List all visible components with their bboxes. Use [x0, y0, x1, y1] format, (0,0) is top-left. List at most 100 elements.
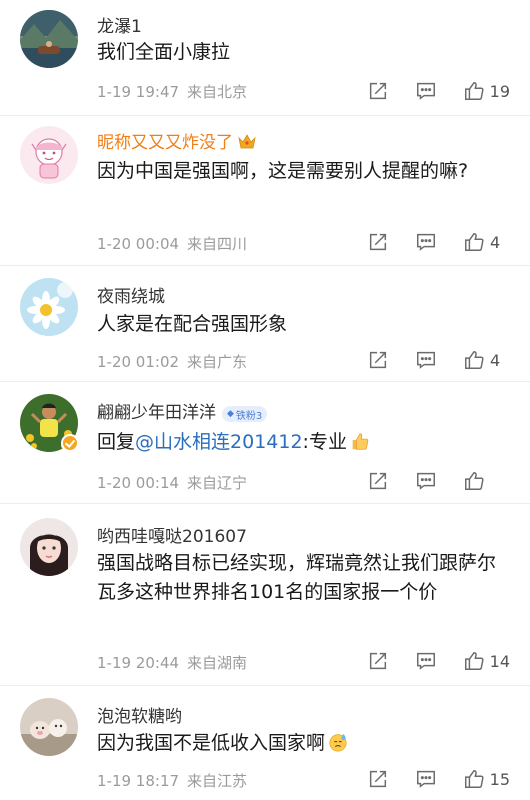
- avatar[interactable]: [20, 126, 78, 184]
- comment-item: 昵称又又又炸没了 因为中国是强国啊，这是需要别人提醒的嘛? 1-20 00:04…: [0, 116, 530, 266]
- like-count: 14: [489, 651, 510, 671]
- like-button[interactable]: 14: [463, 650, 510, 672]
- comment-actions: 4: [341, 347, 510, 373]
- avatar[interactable]: [20, 278, 78, 336]
- comment-meta: 1-19 18:17 来自江苏: [97, 770, 247, 791]
- avatar[interactable]: [20, 698, 78, 756]
- reply-prefix: 回复: [97, 431, 136, 453]
- like-icon: [464, 770, 484, 788]
- share-button[interactable]: [367, 231, 389, 253]
- comment-location: 来自湖南: [187, 654, 248, 672]
- comment-meta: 1-20 00:14 来自辽宁: [97, 472, 247, 493]
- share-icon: [369, 233, 387, 251]
- like-button[interactable]: [463, 470, 510, 492]
- like-button[interactable]: 4: [463, 349, 510, 371]
- like-icon: [465, 472, 484, 490]
- username-text: 翩翩少年田洋洋: [97, 403, 216, 423]
- username[interactable]: 龙瀑1: [97, 12, 142, 37]
- comment-date: 1-20 01:02: [97, 353, 180, 371]
- reply-text: :专业: [302, 431, 347, 453]
- reply-button[interactable]: [415, 470, 437, 492]
- comment-icon: [417, 351, 435, 369]
- comment-item: 夜雨绕城 人家是在配合强国形象 1-20 01:02 来自广东 4: [0, 266, 530, 382]
- fan-badge-label: 铁粉3: [235, 410, 263, 422]
- username[interactable]: 夜雨绕城: [97, 282, 165, 307]
- comment-text: 因为我国不是低收入国家啊: [97, 729, 507, 758]
- comment-location: 来自江苏: [187, 772, 248, 790]
- share-icon: [369, 770, 386, 788]
- comment-meta: 1-20 00:04 来自四川: [97, 233, 247, 254]
- share-icon: [369, 472, 387, 490]
- like-icon: [465, 351, 484, 369]
- comment-actions: 19: [341, 78, 510, 104]
- share-button[interactable]: [367, 349, 389, 371]
- comment-date: 1-19 18:17: [97, 772, 180, 790]
- like-count: 15: [489, 769, 510, 789]
- verified-badge-icon: [61, 434, 79, 452]
- comment-location: 来自广东: [187, 353, 248, 371]
- comment-location: 来自四川: [187, 235, 248, 253]
- comment-date: 1-19 20:44: [97, 654, 180, 672]
- like-button[interactable]: 4: [463, 231, 510, 253]
- avatar[interactable]: [20, 10, 78, 68]
- comment-text: 人家是在配合强国形象: [97, 313, 288, 335]
- avatar[interactable]: [20, 518, 78, 576]
- username[interactable]: 泡泡软糖哟: [97, 702, 182, 727]
- comment-text-body: 因为我国不是低收入国家啊: [97, 732, 326, 754]
- comment-text: 回复@山水相连201412:专业: [97, 428, 507, 457]
- comment-date: 1-20 00:04: [97, 235, 180, 253]
- like-count: 4: [490, 232, 501, 252]
- reply-button[interactable]: [415, 80, 437, 102]
- comment-actions: [341, 468, 510, 494]
- reply-button[interactable]: [415, 231, 437, 253]
- comment-meta: 1-20 01:02 来自广东: [97, 351, 247, 372]
- comment-text: 强国战略目标已经实现，辉瑞竟然让我们跟萨尔瓦多这种世界排名101名的国家报一个价: [97, 552, 497, 603]
- comment-actions: 4: [341, 229, 510, 255]
- comment-item: 翩翩少年田洋洋 ◆ 铁粉3 回复@山水相连201412:专业 1-20 00:14 来…: [0, 382, 530, 504]
- comment-icon: [416, 652, 435, 670]
- comment-location: 来自辽宁: [187, 474, 248, 492]
- share-icon: [369, 82, 386, 100]
- share-icon: [369, 351, 387, 369]
- sweat-emoji: [327, 731, 349, 753]
- comment-actions: 15: [341, 766, 510, 792]
- share-button[interactable]: [367, 80, 389, 102]
- comment-meta: 1-19 19:47 来自北京: [97, 81, 247, 102]
- comment-item: 龙瀑1 我们全面小康拉 1-19 19:47 来自北京 19: [0, 0, 530, 116]
- username[interactable]: 翩翩少年田洋洋 ◆ 铁粉3: [97, 398, 268, 423]
- comment-date: 1-19 19:47: [97, 83, 180, 101]
- like-icon: [464, 652, 484, 670]
- thumbs-up-emoji: [349, 430, 371, 452]
- crown-icon: [237, 132, 257, 150]
- reply-button[interactable]: [415, 650, 437, 672]
- share-button[interactable]: [367, 470, 389, 492]
- like-icon: [464, 82, 484, 100]
- comment-icon: [417, 472, 435, 490]
- like-button[interactable]: 15: [463, 768, 510, 790]
- reply-button[interactable]: [415, 768, 437, 790]
- like-count: 19: [489, 81, 510, 101]
- share-icon: [369, 652, 386, 670]
- share-button[interactable]: [367, 650, 389, 672]
- fan-badge: ◆ 铁粉3: [222, 406, 268, 422]
- comment-text: 因为中国是强国啊，这是需要别人提醒的嘛?: [97, 160, 469, 182]
- username[interactable]: 昵称又又又炸没了: [97, 128, 257, 153]
- comment-item: 泡泡软糖哟 因为我国不是低收入国家啊 1-19 18:17 来自江苏 15: [0, 686, 530, 800]
- comment-text: 我们全面小康拉: [97, 41, 231, 63]
- like-icon: [465, 233, 484, 251]
- diamond-icon: ◆: [227, 409, 234, 419]
- comment-item: 哟西哇嘎哒201607 强国战略目标已经实现，辉瑞竟然让我们跟萨尔瓦多这种世界排…: [0, 504, 530, 686]
- username[interactable]: 哟西哇嘎哒201607: [97, 522, 247, 547]
- comment-icon: [416, 82, 435, 100]
- like-button[interactable]: 19: [463, 80, 510, 102]
- share-button[interactable]: [367, 768, 389, 790]
- username-text: 昵称又又又炸没了: [97, 133, 233, 153]
- comment-icon: [417, 233, 435, 251]
- comment-icon: [416, 770, 435, 788]
- comment-actions: 14: [341, 648, 510, 674]
- reply-button[interactable]: [415, 349, 437, 371]
- mention-link[interactable]: @山水相连201412: [135, 431, 303, 453]
- like-count: 4: [490, 350, 501, 370]
- comment-meta: 1-19 20:44 来自湖南: [97, 652, 247, 673]
- comment-location: 来自北京: [187, 83, 248, 101]
